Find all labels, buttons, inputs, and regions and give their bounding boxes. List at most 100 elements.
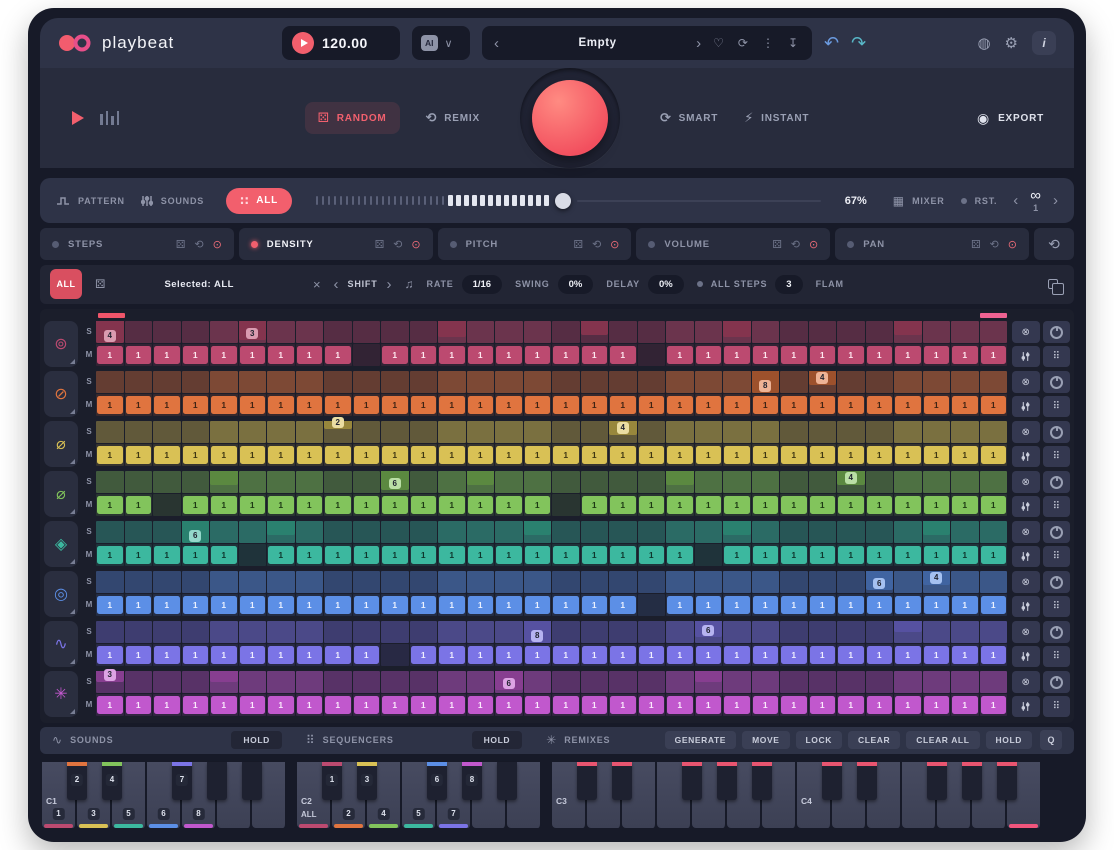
mute-step[interactable]: 1 (609, 394, 637, 416)
mute-step[interactable]: 1 (267, 444, 295, 466)
density-step[interactable] (581, 571, 609, 593)
choke-knob[interactable] (1043, 471, 1071, 494)
density-step[interactable] (324, 671, 352, 693)
density-step[interactable] (894, 621, 922, 643)
step-chip[interactable]: 1 (639, 696, 665, 714)
mute-step[interactable]: 1 (666, 394, 694, 416)
density-step[interactable] (780, 671, 808, 693)
piano-key-black[interactable] (612, 762, 632, 800)
step-chip[interactable]: 1 (696, 346, 722, 364)
shift-right-button[interactable]: › (387, 276, 392, 293)
step-chip[interactable]: 1 (325, 646, 351, 664)
density-step[interactable] (866, 321, 894, 343)
sequencers-hold-button[interactable]: HOLD (472, 731, 522, 749)
step-chip[interactable]: 1 (468, 346, 494, 364)
reset-button[interactable]: RST. (961, 196, 998, 206)
step-chip[interactable]: 1 (981, 696, 1007, 714)
step-chip[interactable]: 1 (924, 546, 950, 564)
mute-step[interactable]: 1 (296, 394, 324, 416)
mute-step[interactable]: 1 (809, 494, 837, 516)
density-step[interactable] (866, 371, 894, 393)
step-chip[interactable]: 1 (895, 696, 921, 714)
mute-step[interactable]: 1 (410, 394, 438, 416)
mute-step[interactable]: 1 (809, 644, 837, 666)
power-icon[interactable]: ⊙ (1008, 238, 1017, 251)
mute-step[interactable]: 1 (524, 494, 552, 516)
density-step[interactable] (638, 371, 666, 393)
mute-step[interactable]: 1 (552, 394, 580, 416)
density-step[interactable]: 6 (695, 621, 723, 643)
mute-step[interactable]: 1 (239, 344, 267, 366)
mute-step[interactable]: 1 (467, 344, 495, 366)
density-step[interactable] (980, 671, 1008, 693)
density-step[interactable] (467, 371, 495, 393)
mute-step[interactable]: 1 (410, 444, 438, 466)
mute-step[interactable]: 1 (609, 494, 637, 516)
density-step[interactable] (980, 421, 1008, 443)
gear-icon[interactable]: ⚙ (1005, 34, 1018, 52)
randomize-knob[interactable] (520, 68, 620, 168)
piano-key-black[interactable] (682, 762, 702, 800)
density-step[interactable] (438, 471, 466, 493)
clear-button[interactable]: CLEAR (848, 731, 900, 749)
piano-key-black[interactable] (752, 762, 772, 800)
density-step[interactable] (923, 471, 951, 493)
step-chip[interactable]: 1 (97, 346, 123, 364)
step-chip[interactable]: 1 (496, 696, 522, 714)
mute-step[interactable]: 1 (780, 594, 808, 616)
density-step[interactable] (495, 571, 523, 593)
mute-step[interactable]: 1 (438, 494, 466, 516)
step-chip[interactable]: 1 (895, 496, 921, 514)
mute-step[interactable]: 1 (210, 344, 238, 366)
mute-step[interactable]: 1 (353, 444, 381, 466)
step-chip[interactable]: 1 (297, 446, 323, 464)
download-icon[interactable]: ↧ (786, 36, 800, 50)
density-step[interactable] (951, 671, 979, 693)
piano-key-black[interactable] (717, 762, 737, 800)
density-step[interactable] (524, 321, 552, 343)
step-chip[interactable]: 1 (639, 646, 665, 664)
density-step[interactable] (381, 671, 409, 693)
step-chip[interactable]: 1 (810, 396, 836, 414)
step-chip[interactable]: 1 (211, 496, 237, 514)
sync-icon[interactable]: ⟳ (736, 36, 750, 50)
mute-step[interactable]: 1 (438, 694, 466, 716)
remixes-section[interactable]: ✳ REMIXES (546, 733, 610, 747)
density-step[interactable]: 2 (324, 421, 352, 443)
density-step[interactable] (609, 521, 637, 543)
mute-button[interactable]: ⊗ (1012, 421, 1040, 444)
mute-step[interactable]: 1 (638, 644, 666, 666)
density-step[interactable] (210, 621, 238, 643)
step-chip[interactable]: 1 (667, 546, 693, 564)
step-chip[interactable]: 1 (582, 596, 608, 614)
step-chip[interactable]: 1 (781, 396, 807, 414)
density-step[interactable] (980, 371, 1008, 393)
density-step[interactable] (894, 521, 922, 543)
step-chip[interactable]: 1 (781, 696, 807, 714)
mute-step[interactable] (552, 494, 580, 516)
mute-step[interactable]: 1 (210, 644, 238, 666)
choke-knob[interactable] (1043, 371, 1071, 394)
step-chip[interactable]: 1 (97, 396, 123, 414)
density-step[interactable] (723, 671, 751, 693)
density-step[interactable] (495, 321, 523, 343)
redo-icon[interactable]: ↷ (851, 33, 866, 54)
step-chip[interactable]: 1 (439, 646, 465, 664)
mute-step[interactable]: 1 (410, 644, 438, 666)
loop-icon[interactable]: ⟲ (791, 238, 800, 251)
step-chip[interactable]: 1 (810, 346, 836, 364)
mute-step[interactable]: 1 (267, 644, 295, 666)
mute-step[interactable]: 1 (866, 594, 894, 616)
density-step[interactable] (666, 471, 694, 493)
density-step[interactable] (267, 371, 295, 393)
piano-key-black[interactable] (997, 762, 1017, 800)
step-chip[interactable]: 1 (297, 496, 323, 514)
mute-step[interactable]: 1 (495, 444, 523, 466)
mute-step[interactable]: 1 (951, 594, 979, 616)
piano-key-black[interactable] (242, 762, 262, 800)
step-chip[interactable]: 1 (810, 496, 836, 514)
step-chip[interactable]: 1 (895, 646, 921, 664)
step-chip[interactable]: 1 (382, 346, 408, 364)
step-chip[interactable]: 1 (867, 546, 893, 564)
density-step[interactable] (609, 621, 637, 643)
